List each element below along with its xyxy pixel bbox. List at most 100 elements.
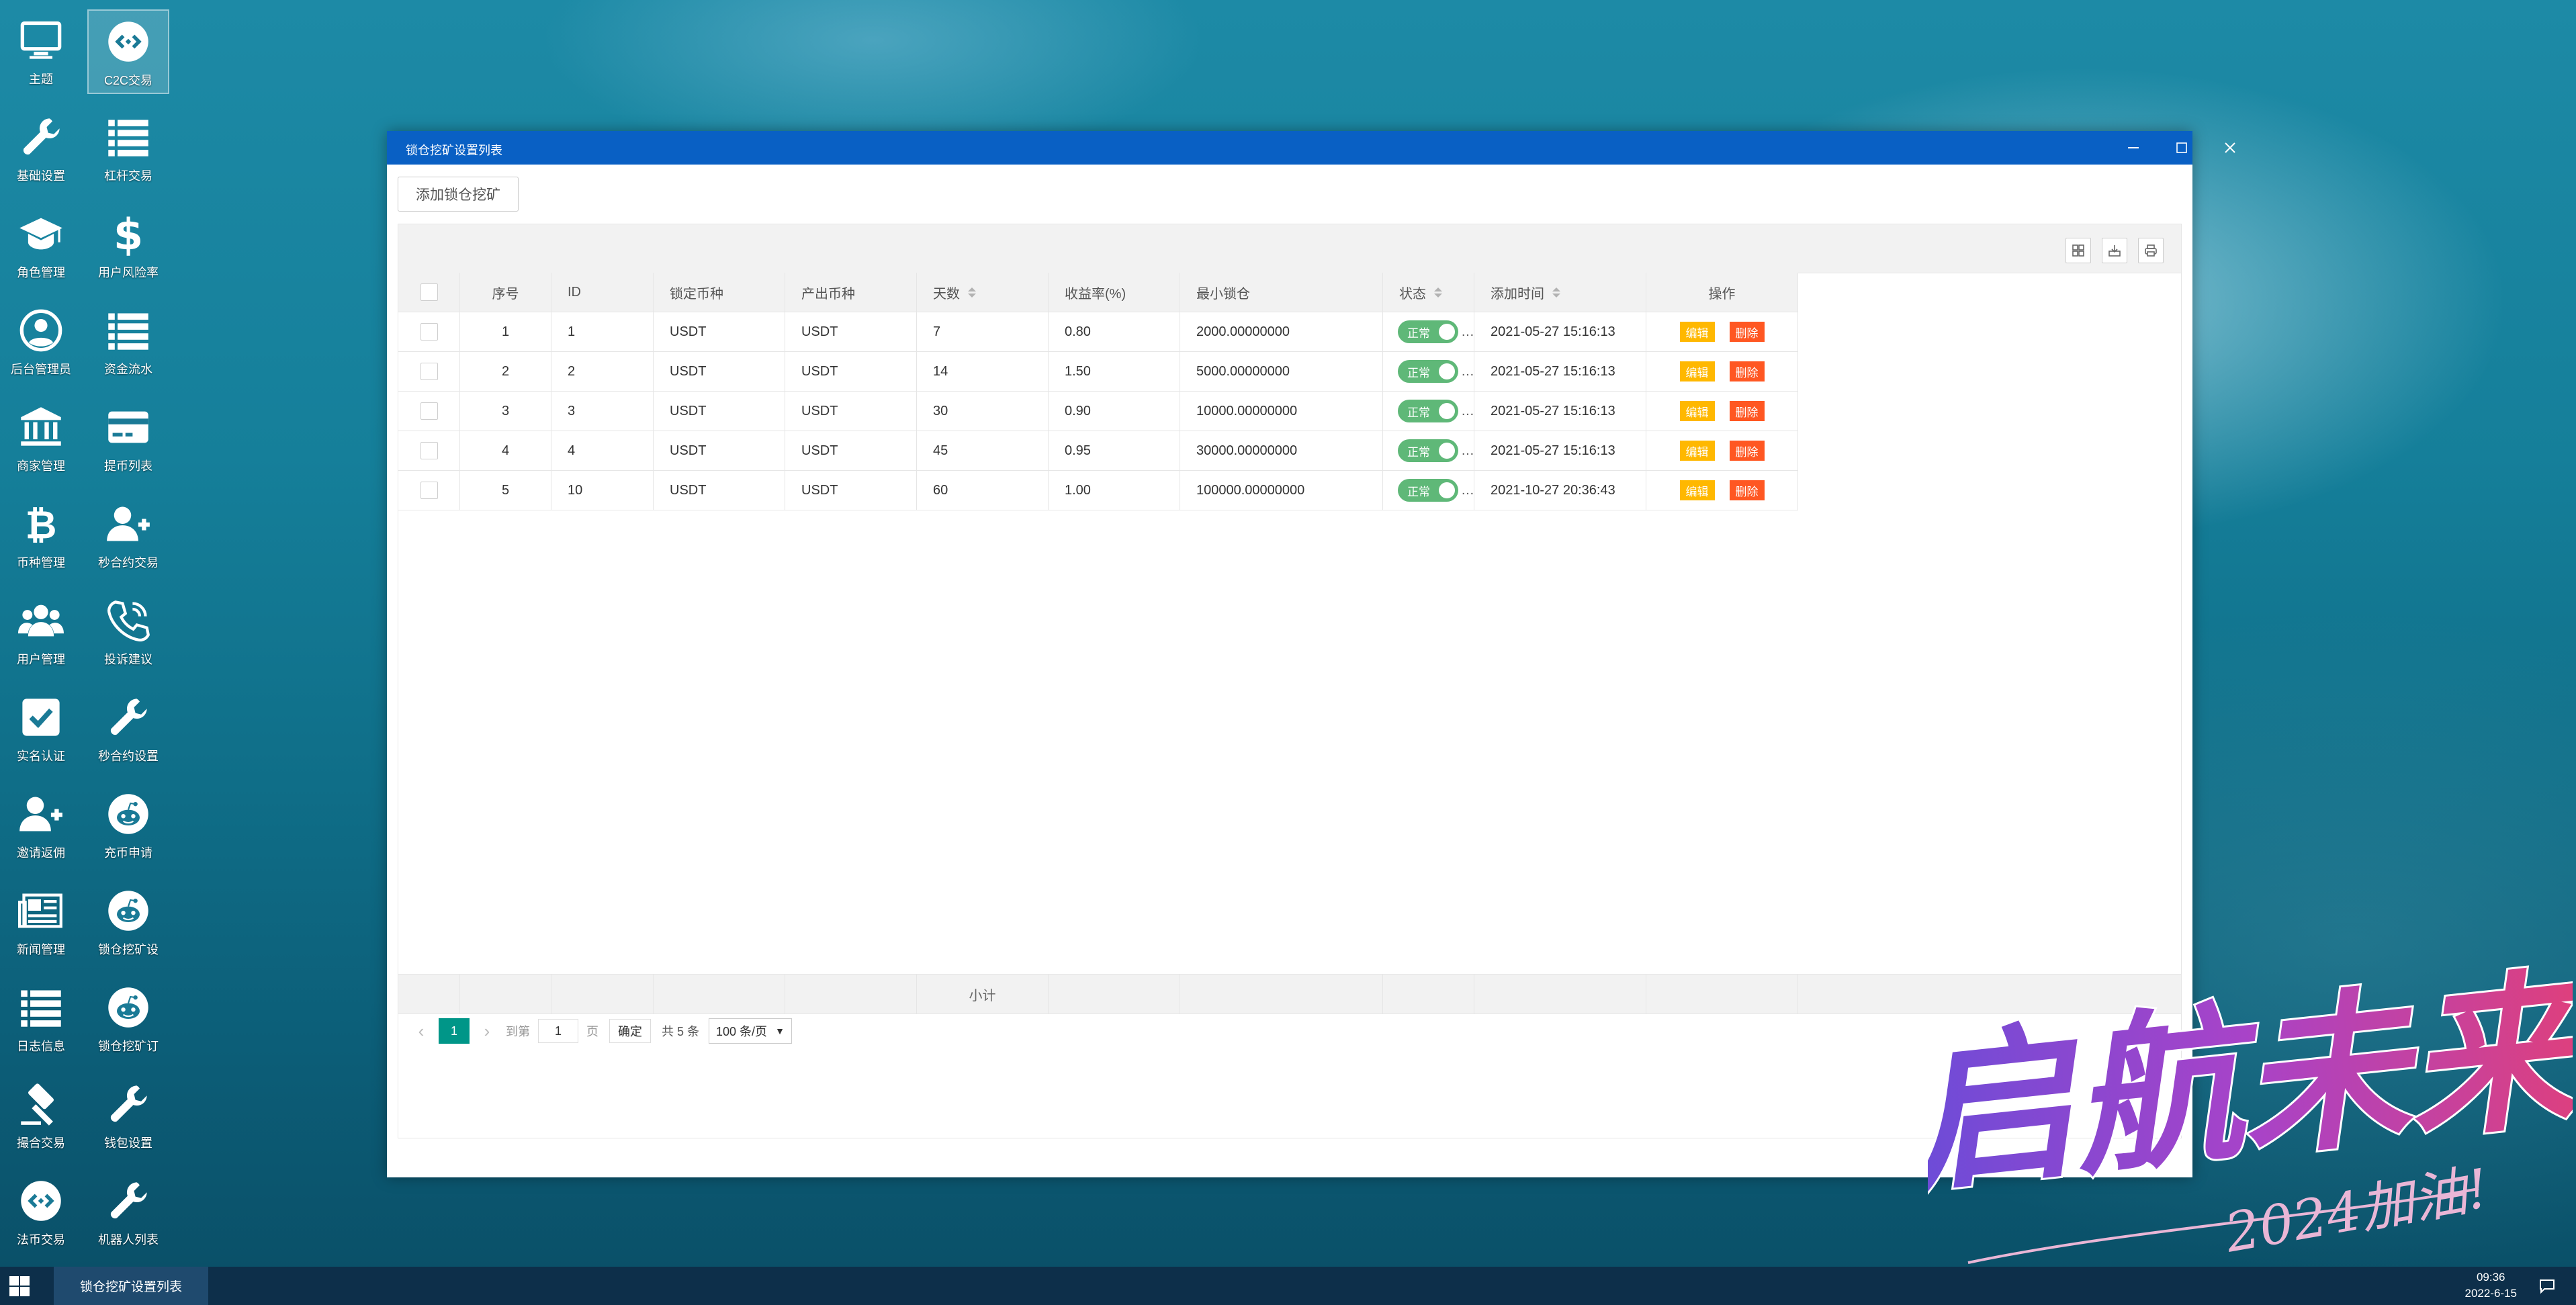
window-titlebar[interactable]: 锁仓挖矿设置列表: [387, 131, 2235, 165]
desktop-shortcut[interactable]: 日志信息: [0, 977, 82, 1061]
edit-button[interactable]: 编辑: [1679, 441, 1715, 461]
desktop-shortcut[interactable]: 法币交易: [0, 1170, 82, 1255]
export-button[interactable]: [2102, 238, 2127, 263]
status-toggle[interactable]: 正常: [1398, 360, 1458, 383]
status-toggle[interactable]: 正常: [1398, 479, 1458, 502]
table-row[interactable]: 3 3 USDT USDT 30 0.90 10000.00000000 正常… 2021-05…: [398, 392, 1798, 431]
row-checkbox[interactable]: [420, 482, 438, 499]
per-page-value: 100 条/页: [716, 1025, 768, 1038]
desktop-shortcut[interactable]: 撮合交易: [0, 1073, 82, 1158]
desktop-shortcut[interactable]: 投诉建议: [87, 590, 169, 674]
desktop-shortcut[interactable]: 主题: [0, 9, 82, 94]
gavel-icon: [18, 1081, 64, 1127]
cell-add-time: 2021-05-27 15:16:13: [1474, 312, 1646, 351]
next-page-icon[interactable]: ›: [475, 1021, 499, 1042]
add-lock-mining-button[interactable]: 添加锁仓挖矿: [398, 177, 519, 212]
cell-seq: 4: [460, 431, 551, 470]
cell-actions: 编辑 删除: [1646, 471, 1798, 510]
desktop-shortcut[interactable]: 锁仓挖矿设: [87, 880, 169, 964]
sort-icon[interactable]: [968, 287, 976, 298]
desktop-shortcut[interactable]: 秒合约交易: [87, 493, 169, 578]
maximize-button[interactable]: [2163, 136, 2201, 159]
desktop-shortcut[interactable]: 基础设置: [0, 106, 82, 191]
page-number-input[interactable]: 1: [538, 1019, 578, 1043]
delete-button[interactable]: 删除: [1729, 441, 1765, 461]
windows-start-icon[interactable]: [9, 1276, 30, 1296]
col-header-add-time[interactable]: 添加时间: [1474, 273, 1646, 312]
desktop-shortcut[interactable]: C2C交易: [87, 9, 169, 94]
watermark-logo: 启航未来 2024加油!: [1928, 948, 2573, 1265]
desktop-shortcut[interactable]: 提币列表: [87, 396, 169, 481]
close-button[interactable]: [2211, 136, 2249, 159]
total-count: 共 5 条: [662, 1025, 700, 1038]
desktop-shortcut[interactable]: 机器人列表: [87, 1170, 169, 1255]
per-page-select[interactable]: 100 条/页 ▼: [709, 1018, 792, 1044]
delete-button[interactable]: 删除: [1729, 401, 1765, 421]
desktop-shortcut[interactable]: 新闻管理: [0, 880, 82, 964]
table-row[interactable]: 1 1 USDT USDT 7 0.80 2000.00000000 正常… 2021-05-2…: [398, 312, 1798, 352]
cell-id: 3: [551, 392, 654, 431]
desktop-shortcut[interactable]: 角色管理: [0, 203, 82, 287]
desktop-shortcut[interactable]: 币种管理: [0, 493, 82, 578]
desktop-shortcut[interactable]: 实名认证: [0, 686, 82, 771]
cell-days: 7: [917, 312, 1049, 351]
status-toggle[interactable]: 正常: [1398, 400, 1458, 422]
status-toggle-label: 正常: [1407, 366, 1430, 379]
desktop-shortcut[interactable]: 后台管理员: [0, 300, 82, 384]
table-row[interactable]: 2 2 USDT USDT 14 1.50 5000.00000000 正常… 2021-05-…: [398, 352, 1798, 392]
table-row[interactable]: 4 4 USDT USDT 45 0.95 30000.00000000 正常… 2021-05…: [398, 431, 1798, 471]
desktop-shortcut[interactable]: 邀请返佣: [0, 783, 82, 868]
desktop-shortcut[interactable]: 杠杆交易: [87, 106, 169, 191]
status-toggle[interactable]: 正常: [1398, 439, 1458, 462]
delete-button[interactable]: 删除: [1729, 322, 1765, 342]
subtotal-row: 小计: [398, 974, 2181, 1014]
desktop-shortcut[interactable]: 用户风险率: [87, 203, 169, 287]
sort-icon[interactable]: [1434, 287, 1442, 298]
col-header-days[interactable]: 天数: [917, 273, 1049, 312]
list-icon: [105, 114, 151, 160]
cell-id: 2: [551, 352, 654, 391]
edit-button[interactable]: 编辑: [1679, 322, 1715, 342]
sort-icon[interactable]: [1552, 287, 1560, 298]
columns-filter-button[interactable]: [2066, 238, 2091, 263]
desktop-shortcut-label: 新闻管理: [17, 943, 65, 956]
col-header-status[interactable]: 状态: [1383, 273, 1474, 312]
taskbar-item-lock-mining[interactable]: 锁仓挖矿设置列表: [54, 1267, 208, 1305]
desktop-shortcut[interactable]: 用户管理: [0, 590, 82, 674]
page-unit-label: 页: [586, 1025, 598, 1038]
desktop-shortcut[interactable]: 资金流水: [87, 300, 169, 384]
row-checkbox[interactable]: [420, 402, 438, 420]
edit-button[interactable]: 编辑: [1679, 361, 1715, 381]
print-button[interactable]: [2138, 238, 2164, 263]
row-checkbox[interactable]: [420, 442, 438, 459]
notification-icon[interactable]: [2538, 1277, 2556, 1295]
ellipsis-text: …: [1461, 443, 1474, 458]
col-header-rate: 收益率(%): [1049, 273, 1180, 312]
desktop-shortcut[interactable]: 充币申请: [87, 783, 169, 868]
row-checkbox[interactable]: [420, 323, 438, 341]
wrench-icon: [105, 1081, 151, 1127]
select-all-checkbox[interactable]: [420, 283, 438, 301]
desktop-shortcut[interactable]: 钱包设置: [87, 1073, 169, 1158]
table-row[interactable]: 5 10 USDT USDT 60 1.00 100000.00000000 正常… 2021-…: [398, 471, 1798, 510]
cell-days: 45: [917, 431, 1049, 470]
row-checkbox[interactable]: [420, 363, 438, 380]
desktop-shortcut[interactable]: 商家管理: [0, 396, 82, 481]
confirm-page-button[interactable]: 确定: [609, 1019, 651, 1043]
delete-button[interactable]: 删除: [1729, 361, 1765, 381]
prev-page-icon[interactable]: ‹: [409, 1021, 433, 1042]
current-page[interactable]: 1: [439, 1018, 470, 1044]
system-clock[interactable]: 09:36 2022-6-15: [2464, 1269, 2517, 1302]
user-plus-icon: [105, 501, 151, 547]
wrench-icon: [105, 694, 151, 740]
desktop-shortcut[interactable]: 锁仓挖矿订: [87, 977, 169, 1061]
cell-lock-coin: USDT: [654, 352, 785, 391]
edit-button[interactable]: 编辑: [1679, 480, 1715, 500]
edit-button[interactable]: 编辑: [1679, 401, 1715, 421]
delete-button[interactable]: 删除: [1729, 480, 1765, 500]
col-header-label: 状态: [1399, 286, 1426, 302]
toggle-knob: [1439, 443, 1455, 459]
minimize-button[interactable]: [2115, 136, 2152, 159]
status-toggle[interactable]: 正常: [1398, 320, 1458, 343]
desktop-shortcut[interactable]: 秒合约设置: [87, 686, 169, 771]
